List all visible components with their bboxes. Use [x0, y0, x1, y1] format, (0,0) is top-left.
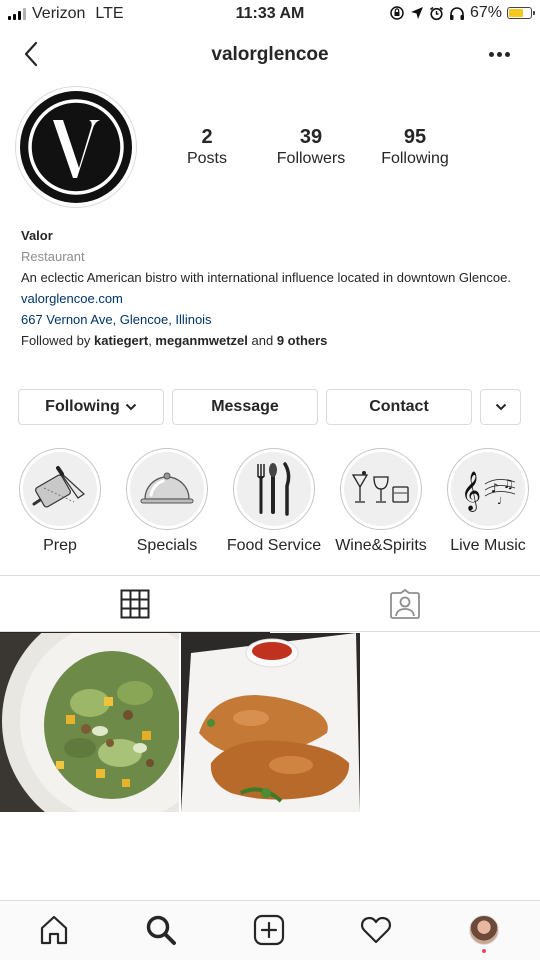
following-button[interactable]: Following: [18, 389, 164, 425]
svg-text:♩: ♩: [497, 496, 502, 507]
add-post-icon: [253, 914, 285, 946]
post-thumbnail[interactable]: [181, 633, 360, 812]
salad-photo: [0, 633, 179, 812]
profile-avatar: [20, 91, 132, 203]
profile-bio: Valor Restaurant An eclectic American bi…: [21, 225, 521, 351]
suggested-accounts-button[interactable]: [480, 389, 521, 425]
profile-name: Valor: [21, 228, 53, 243]
fork-knife-icon: [257, 462, 291, 516]
tagged-person-icon: [390, 589, 420, 619]
bio-text: An eclectic American bistro with interna…: [21, 270, 511, 285]
location-arrow-icon: [410, 7, 423, 19]
notification-dot: [482, 949, 486, 953]
posts-count: 2: [201, 126, 213, 148]
screen-rotation-lock-icon: [390, 6, 404, 20]
activity-heart-icon: [360, 916, 392, 944]
bottom-nav: [0, 900, 540, 960]
highlight-cover: 𝄞 ♪ ♫ ♩: [451, 452, 525, 526]
profile-username: valorglencoe: [211, 44, 329, 65]
highlight-cover: [130, 452, 204, 526]
address-link[interactable]: 667 Vernon Ave, Glencoe, Illinois: [21, 309, 521, 330]
tab-tagged[interactable]: [270, 576, 540, 632]
followed-by-others: 9 others: [276, 333, 328, 348]
followed-by-middle: and: [247, 333, 277, 348]
contact-button-label: Contact: [369, 398, 429, 415]
valor-logo-icon: [28, 99, 124, 195]
battery-icon: [507, 7, 535, 19]
highlight-ring: [340, 448, 422, 530]
profile-avatar: [469, 915, 499, 945]
highlight-ring: [126, 448, 208, 530]
highlight-prep[interactable]: Prep: [10, 448, 110, 555]
followed-by-prefix: Followed by: [21, 333, 94, 348]
profile-avatar-ring[interactable]: [15, 86, 137, 208]
highlight-ring: [19, 448, 101, 530]
highlight-live-music[interactable]: 𝄞 ♪ ♫ ♩ Live Music: [438, 448, 538, 555]
nav-new-post[interactable]: [252, 913, 286, 947]
chevron-down-icon: [495, 403, 506, 411]
profile-header: valorglencoe: [0, 30, 540, 78]
highlight-food-service[interactable]: Food Service: [224, 448, 324, 555]
highlight-ring: [233, 448, 315, 530]
svg-text:♪: ♪: [491, 481, 499, 495]
nav-profile[interactable]: [467, 913, 501, 953]
following-button-label: Following: [45, 398, 120, 415]
highlight-label: Live Music: [450, 537, 526, 554]
svg-text:𝄞: 𝄞: [461, 471, 481, 512]
posts-count-stat[interactable]: 2 Posts: [152, 126, 262, 170]
followers-count: 39: [299, 126, 323, 148]
highlight-wine-spirits[interactable]: Wine&Spirits: [331, 448, 431, 555]
status-bar-right: 67%: [389, 4, 535, 22]
cloche-icon: [140, 472, 194, 504]
fried-chicken-photo: [181, 633, 360, 812]
more-options-icon[interactable]: [489, 52, 510, 57]
highlight-label: Prep: [43, 537, 77, 554]
highlight-cover: [237, 452, 311, 526]
nav-search[interactable]: [144, 913, 178, 947]
music-notes-icon: 𝄞 ♪ ♫ ♩: [461, 471, 516, 512]
highlight-cover: [344, 452, 418, 526]
nav-activity[interactable]: [359, 913, 393, 947]
post-thumbnail[interactable]: [0, 633, 179, 812]
cutting-board-knife-icon: [32, 466, 85, 508]
profile-tabs: [0, 575, 540, 633]
headphones-icon: [449, 6, 464, 20]
home-icon: [40, 915, 68, 945]
svg-text:♫: ♫: [503, 477, 514, 491]
contact-button[interactable]: Contact: [326, 389, 472, 425]
highlight-cover: [23, 452, 97, 526]
highlight-ring: 𝄞 ♪ ♫ ♩: [447, 448, 529, 530]
following-label: Following: [381, 150, 449, 167]
highlight-label: Specials: [136, 537, 198, 554]
followers-label: Followers: [276, 150, 346, 167]
glasses-icon: [351, 471, 409, 503]
tab-grid[interactable]: [0, 576, 270, 633]
following-count: 95: [403, 126, 427, 148]
followers-count-stat[interactable]: 39 Followers: [256, 126, 366, 170]
profile-category: Restaurant: [21, 249, 85, 264]
search-icon: [146, 915, 176, 945]
message-button[interactable]: Message: [172, 389, 318, 425]
followed-by-text[interactable]: Followed by katiegert, meganmwetzel and …: [21, 330, 521, 351]
battery-level-fill: [509, 9, 524, 17]
chevron-down-icon: [125, 403, 137, 411]
following-count-stat[interactable]: 95 Following: [360, 126, 470, 170]
followed-by-user-2: meganmwetzel: [155, 333, 248, 348]
message-button-label: Message: [211, 398, 279, 415]
posts-label: Posts: [186, 150, 227, 167]
nav-home[interactable]: [37, 913, 71, 947]
followed-by-user-1: katiegert: [93, 333, 149, 348]
highlight-label: Wine&Spirits: [335, 537, 427, 554]
alarm-icon: [429, 6, 443, 20]
highlight-specials[interactable]: Specials: [117, 448, 217, 555]
highlight-label: Food Service: [226, 537, 322, 554]
grid-icon: [120, 589, 150, 619]
status-bar: Verizon LTE 11:33 AM 67%: [0, 0, 540, 30]
battery-percent: 67%: [469, 4, 502, 21]
website-link[interactable]: valorglencoe.com: [21, 288, 521, 309]
